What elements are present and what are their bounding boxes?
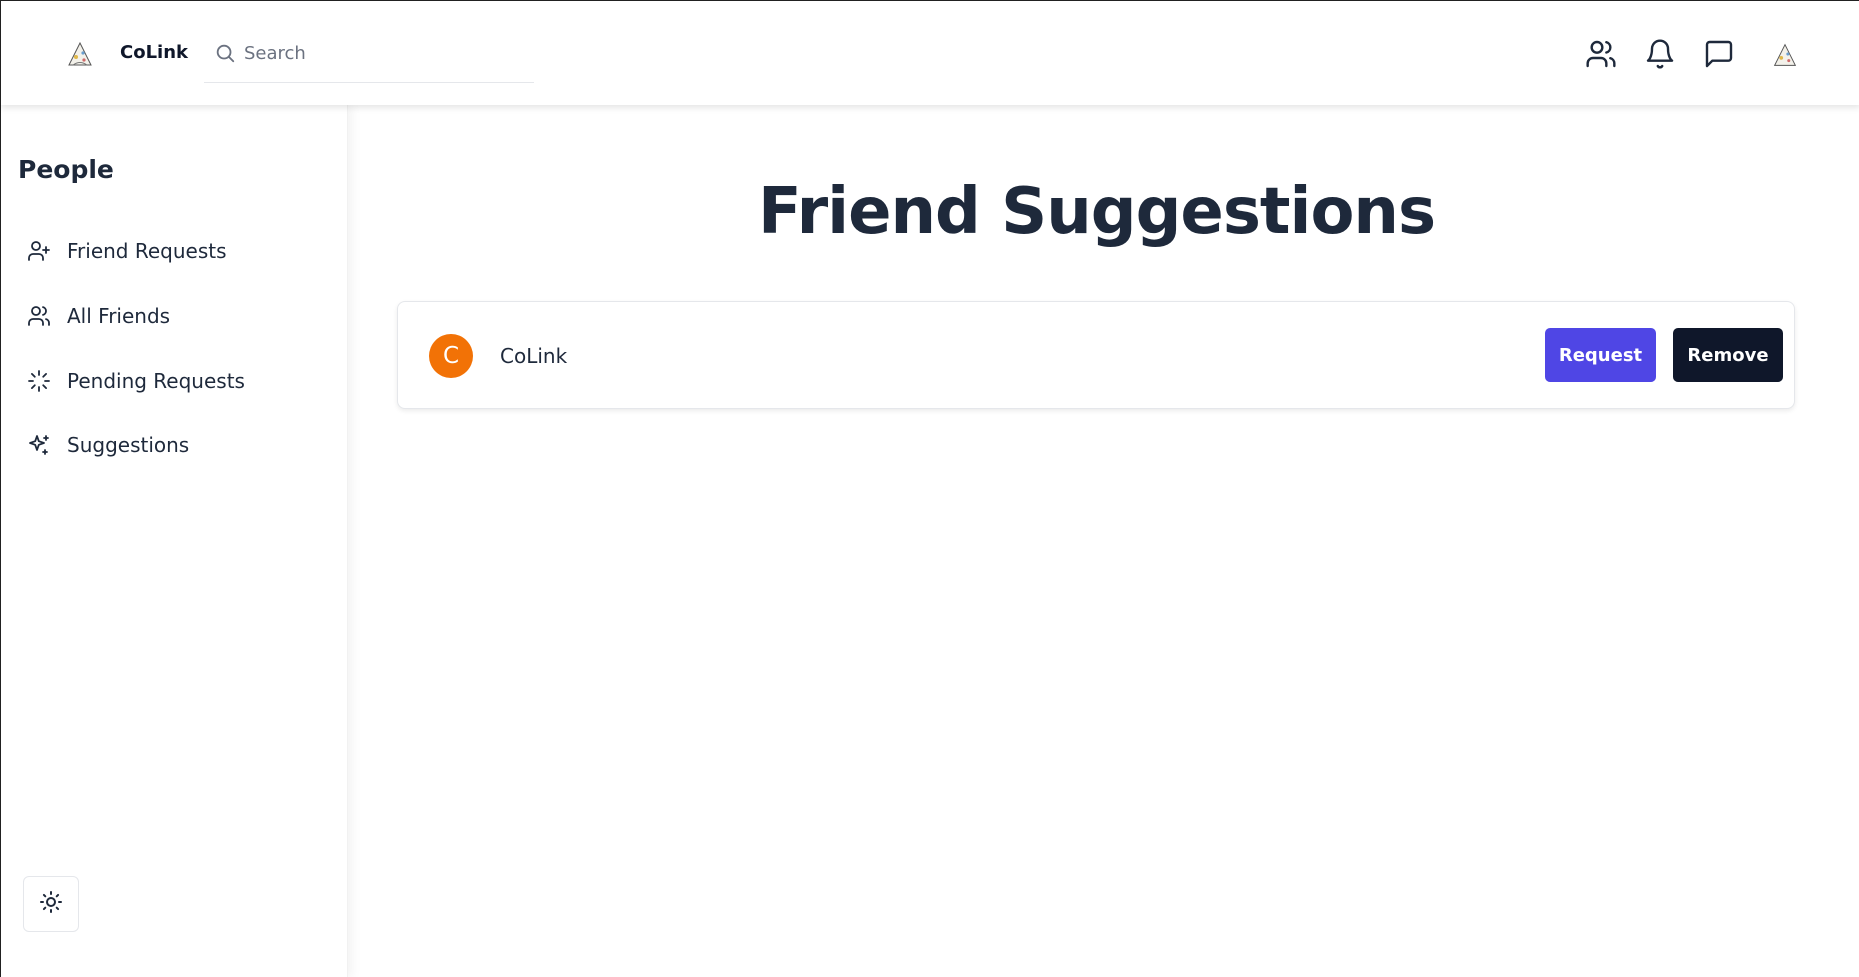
- sidebar: People Friend Requests All Friends Pendi…: [1, 105, 348, 977]
- remove-button[interactable]: Remove: [1673, 328, 1783, 382]
- sidebar-item-all-friends[interactable]: All Friends: [27, 296, 327, 336]
- suggestion-name[interactable]: CoLink: [500, 344, 567, 368]
- main-content: Friend Suggestions C CoLink Request Remo…: [349, 105, 1859, 977]
- top-navbar: CoLink: [1, 1, 1859, 105]
- logo-icon[interactable]: [63, 37, 97, 71]
- users-icon: [27, 304, 51, 328]
- loader-icon: [27, 369, 51, 393]
- sidebar-title: People: [18, 155, 114, 184]
- sparkles-icon: [27, 433, 51, 457]
- search-icon: [214, 42, 236, 64]
- people-icon[interactable]: [1585, 38, 1617, 70]
- request-button[interactable]: Request: [1545, 328, 1656, 382]
- suggestion-card: C CoLink Request Remove: [397, 301, 1795, 409]
- avatar[interactable]: C: [429, 334, 473, 378]
- sidebar-item-label: Suggestions: [67, 433, 190, 457]
- search-bar: [204, 35, 534, 83]
- sidebar-item-label: Friend Requests: [67, 239, 227, 263]
- search-input[interactable]: [244, 39, 524, 67]
- bell-icon[interactable]: [1644, 38, 1676, 70]
- sun-icon: [39, 890, 63, 918]
- sidebar-item-label: All Friends: [67, 304, 171, 328]
- brand-name[interactable]: CoLink: [120, 42, 188, 63]
- theme-toggle-button[interactable]: [23, 876, 79, 932]
- sidebar-item-friend-requests[interactable]: Friend Requests: [27, 231, 327, 271]
- sidebar-item-pending-requests[interactable]: Pending Requests: [27, 361, 327, 401]
- message-icon[interactable]: [1703, 38, 1735, 70]
- page-title: Friend Suggestions: [757, 175, 1436, 249]
- sidebar-item-suggestions[interactable]: Suggestions: [27, 425, 327, 465]
- sidebar-item-label: Pending Requests: [67, 369, 245, 393]
- user-plus-icon: [27, 239, 51, 263]
- profile-avatar-icon[interactable]: [1769, 39, 1799, 69]
